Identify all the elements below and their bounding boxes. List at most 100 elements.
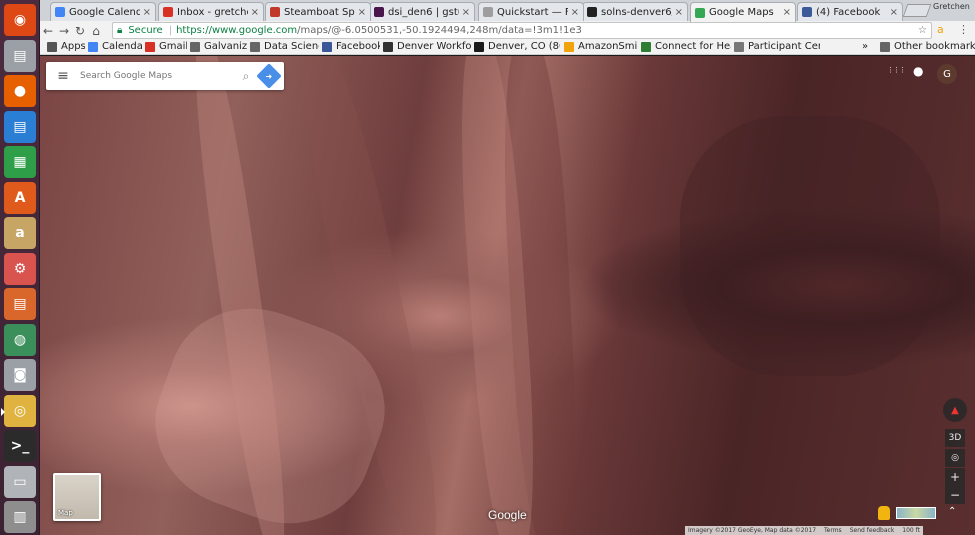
browser-tab[interactable]: solns-denver6/m× xyxy=(582,2,688,21)
home-icon[interactable]: ⌂ xyxy=(88,24,104,38)
settings-icon[interactable]: ⚙ xyxy=(4,252,36,285)
amazon-icon[interactable]: a xyxy=(4,217,36,249)
my-location-icon[interactable]: ◎ xyxy=(945,449,965,467)
tab-title: Steamboat Spring xyxy=(284,6,355,18)
imagery-strip[interactable] xyxy=(896,507,936,519)
browser-tab[interactable]: Inbox - gretchen× xyxy=(158,2,264,21)
menu-icon[interactable]: ≡ xyxy=(46,68,80,84)
satellite-map[interactable]: ≡ ⌕ ➜ ⋮⋮⋮ ● G Map Google ▲ 3D ◎ + − ⌃ Im… xyxy=(40,56,975,535)
bookmark-item[interactable]: Participant Cent xyxy=(734,41,820,52)
folder-icon xyxy=(880,41,890,52)
amazon-extension-icon[interactable]: a xyxy=(937,23,944,36)
search-icon[interactable]: ⌕ xyxy=(234,69,258,84)
page-icon xyxy=(734,41,744,52)
bookmark-item[interactable]: Denver, CO (802 xyxy=(474,41,560,52)
map-type-toggle[interactable]: Map xyxy=(53,473,101,521)
bookmark-item[interactable]: Gmail xyxy=(145,41,187,52)
send-feedback-link[interactable]: Send feedback xyxy=(850,527,895,534)
toggle-3d-button[interactable]: 3D xyxy=(945,429,965,447)
tab-close-icon[interactable]: × xyxy=(358,7,366,18)
bookmark-star-icon[interactable]: ☆ xyxy=(918,25,927,36)
tab-title: Inbox - gretchen xyxy=(177,6,248,18)
bookmark-label: Denver Workfor xyxy=(397,41,471,52)
bookmark-item[interactable]: Connect for Heal xyxy=(641,41,731,52)
chrome-icon[interactable]: ◎ xyxy=(1,394,36,427)
bookmark-label: Participant Cent xyxy=(748,41,820,52)
bookmark-label: Calendar xyxy=(102,41,142,52)
tab-close-icon[interactable]: × xyxy=(890,7,898,18)
tab-close-icon[interactable]: × xyxy=(783,7,791,18)
terms-link[interactable]: Terms xyxy=(824,527,842,534)
compass-control[interactable]: ▲ xyxy=(943,398,967,422)
compass-icon: ▲ xyxy=(951,404,959,416)
tab-close-icon[interactable]: × xyxy=(571,7,579,18)
notifications-icon[interactable]: ● xyxy=(913,64,923,78)
terrain-texture xyxy=(680,116,940,376)
tab-close-icon[interactable]: × xyxy=(462,7,470,18)
browser-tab[interactable]: (4) Facebook × xyxy=(797,2,903,21)
bookmark-label: Apps xyxy=(61,41,85,52)
tab-title: (4) Facebook xyxy=(816,6,881,18)
browser-tab[interactable]: Steamboat Spring× xyxy=(265,2,371,21)
bookmark-item[interactable]: Facebook xyxy=(322,41,380,52)
expand-icon[interactable]: ⌃ xyxy=(948,506,956,517)
bookmark-label: Gmail xyxy=(159,41,187,52)
tab-close-icon[interactable]: × xyxy=(251,7,259,18)
bookmarks-overflow-icon[interactable]: » xyxy=(862,41,868,52)
tab-favicon-icon xyxy=(374,7,384,17)
map-type-label: Map xyxy=(58,509,73,517)
forward-icon[interactable]: → xyxy=(56,24,72,38)
firefox-icon[interactable]: ● xyxy=(4,75,36,107)
new-tab-button[interactable] xyxy=(902,4,932,17)
address-bar[interactable]: 🔒︎ Secure | https://www.google.com/maps/… xyxy=(112,22,932,39)
bookmark-item[interactable]: Galvanize xyxy=(190,41,247,52)
reload-icon[interactable]: ↻ xyxy=(72,24,88,38)
tab-close-icon[interactable]: × xyxy=(675,7,683,18)
lock-icon[interactable]: 🔒︎ xyxy=(117,25,122,36)
pegman-icon[interactable] xyxy=(878,506,890,520)
zoom-out-button[interactable]: − xyxy=(945,486,965,504)
trash-icon[interactable]: ▥ xyxy=(4,501,36,533)
browser-tab[interactable]: Quickstart — Fla× xyxy=(478,2,584,21)
tab-strip: (4) Facebook×Google Maps×solns-denver6/m… xyxy=(40,0,975,22)
bookmark-label: AmazonSmile xyxy=(578,41,638,52)
imagery-credit: Imagery ©2017 GeoEye, Map data ©2017 xyxy=(688,527,817,534)
tab-title: solns-denver6/m xyxy=(601,6,672,18)
browser-tab[interactable]: Google Maps × xyxy=(690,2,796,22)
url-text[interactable]: https://www.google.com/maps/@-6.0500531,… xyxy=(176,25,582,36)
bookmark-item[interactable]: Apps xyxy=(47,41,85,52)
files-icon[interactable]: ▤ xyxy=(4,39,36,72)
globe-icon[interactable]: ◍ xyxy=(4,323,36,356)
search-box: ≡ ⌕ ➜ xyxy=(46,62,284,90)
bookmark-item[interactable]: AmazonSmile xyxy=(564,41,638,52)
other-bookmarks[interactable]: Other bookmarks xyxy=(880,41,975,52)
url-host: https://www.google.com xyxy=(176,25,298,36)
browser-tab[interactable]: dsi_den6 | gstud× xyxy=(369,2,475,21)
bookmark-item[interactable]: Calendar xyxy=(88,41,142,52)
software-center-icon[interactable]: A xyxy=(4,181,36,214)
camera-icon[interactable]: ◙ xyxy=(4,359,36,391)
google-apps-icon[interactable]: ⋮⋮⋮ xyxy=(887,66,906,74)
impress-icon[interactable]: ▤ xyxy=(4,288,36,320)
google-logo: Google xyxy=(488,508,527,522)
directions-icon[interactable]: ➜ xyxy=(256,63,282,89)
secure-label: Secure xyxy=(128,25,163,36)
calendar-icon xyxy=(88,41,98,52)
drive-icon[interactable]: ▭ xyxy=(4,465,36,498)
scale-bar[interactable]: 100 ft xyxy=(902,527,920,534)
profile-name[interactable]: Gretchen xyxy=(933,2,970,11)
bookmark-item[interactable]: Denver Workfor xyxy=(383,41,471,52)
ubuntu-dash-icon[interactable]: ◉ xyxy=(4,4,36,36)
chrome-menu-icon[interactable]: ⋮ xyxy=(958,23,969,36)
back-icon[interactable]: ← xyxy=(40,24,56,38)
tab-close-icon[interactable]: × xyxy=(143,7,151,18)
tab-favicon-icon xyxy=(483,7,493,17)
calc-icon[interactable]: ▦ xyxy=(4,146,36,178)
bookmark-item[interactable]: Data Science xyxy=(250,41,319,52)
terminal-icon[interactable]: >_ xyxy=(4,430,36,462)
search-input[interactable] xyxy=(80,71,234,81)
browser-tab[interactable]: Google Calendar× xyxy=(50,2,156,21)
account-avatar[interactable]: G xyxy=(937,64,957,84)
writer-icon[interactable]: ▤ xyxy=(4,110,36,143)
zoom-in-button[interactable]: + xyxy=(945,468,965,486)
